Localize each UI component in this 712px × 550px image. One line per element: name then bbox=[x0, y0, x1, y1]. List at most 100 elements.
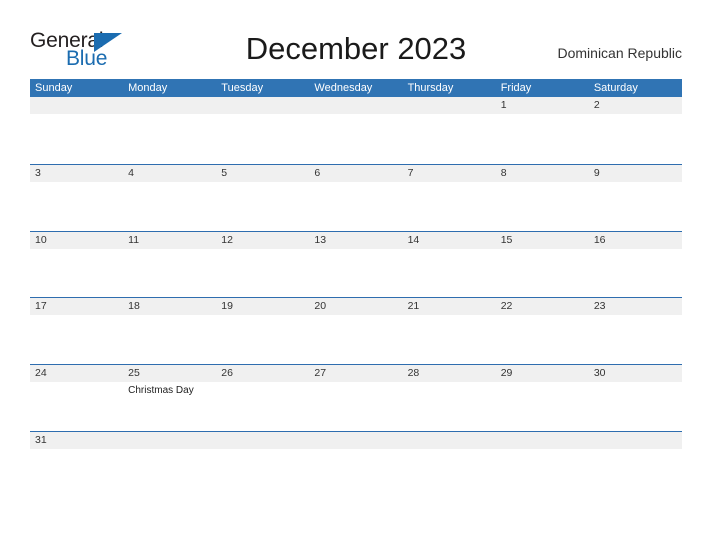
day-cell[interactable] bbox=[403, 97, 496, 116]
day-events bbox=[314, 114, 402, 116]
day-event: Christmas Day bbox=[128, 385, 194, 397]
weekday-header-wednesday: Wednesday bbox=[314, 82, 373, 94]
day-events bbox=[501, 449, 589, 451]
day-events bbox=[594, 315, 682, 317]
calendar-week-row: 17 18 19 20 21 22 23 bbox=[30, 297, 682, 364]
day-events bbox=[594, 449, 682, 451]
day-cell[interactable] bbox=[309, 97, 402, 116]
day-cell[interactable]: 14 bbox=[403, 232, 496, 251]
calendar-week-row: 10 11 12 13 14 15 16 bbox=[30, 230, 682, 298]
day-cell[interactable] bbox=[216, 97, 309, 116]
day-events bbox=[501, 315, 589, 317]
day-cell[interactable]: 2 bbox=[589, 97, 682, 116]
day-cell[interactable]: 30 bbox=[589, 365, 682, 397]
day-cell[interactable]: 25 Christmas Day bbox=[123, 365, 216, 397]
day-cell[interactable]: 5 bbox=[216, 165, 309, 184]
day-cell[interactable]: 24 bbox=[30, 365, 123, 397]
day-events bbox=[408, 182, 496, 184]
day-number bbox=[128, 97, 216, 114]
day-cell[interactable]: 16 bbox=[589, 232, 682, 251]
day-number: 28 bbox=[407, 367, 420, 380]
day-number: 11 bbox=[128, 233, 140, 246]
day-events bbox=[35, 449, 123, 451]
day-cell[interactable] bbox=[123, 97, 216, 116]
day-number: 30 bbox=[593, 367, 606, 380]
day-number: 29 bbox=[500, 367, 513, 380]
day-number: 5 bbox=[221, 166, 228, 179]
day-number bbox=[35, 97, 123, 114]
day-cell[interactable]: 8 bbox=[496, 165, 589, 184]
day-cell[interactable] bbox=[216, 432, 309, 451]
day-number bbox=[314, 97, 402, 114]
day-cell[interactable]: 4 bbox=[123, 165, 216, 184]
day-events bbox=[128, 449, 216, 451]
day-events bbox=[501, 182, 589, 184]
day-cell[interactable]: 26 bbox=[216, 365, 309, 397]
day-number bbox=[408, 432, 496, 449]
day-events bbox=[221, 114, 309, 116]
day-cell[interactable]: 13 bbox=[309, 232, 402, 251]
calendar-week-row: 1 2 bbox=[30, 97, 682, 164]
day-number bbox=[221, 432, 309, 449]
day-cell[interactable] bbox=[123, 432, 216, 451]
weekday-header-friday: Friday bbox=[500, 82, 532, 94]
day-cell[interactable]: 18 bbox=[123, 298, 216, 317]
day-events bbox=[314, 382, 402, 384]
day-cell[interactable]: 19 bbox=[216, 298, 309, 317]
day-cell[interactable]: 15 bbox=[496, 232, 589, 251]
day-number: 24 bbox=[35, 367, 47, 380]
day-cell[interactable] bbox=[403, 432, 496, 451]
day-cell[interactable]: 11 bbox=[123, 232, 216, 251]
weekday-header-tuesday: Tuesday bbox=[221, 82, 264, 94]
day-number bbox=[221, 97, 309, 114]
day-number: 22 bbox=[500, 300, 513, 313]
day-number: 9 bbox=[593, 166, 600, 179]
day-cell[interactable]: 20 bbox=[309, 298, 402, 317]
day-number: 3 bbox=[35, 166, 41, 179]
day-number bbox=[314, 432, 402, 449]
day-cell[interactable]: 1 bbox=[496, 97, 589, 116]
day-events bbox=[221, 449, 309, 451]
day-cell[interactable]: 6 bbox=[309, 165, 402, 184]
weekday-header-monday: Monday bbox=[128, 82, 168, 94]
day-cell[interactable]: 17 bbox=[30, 298, 123, 317]
day-events bbox=[128, 182, 216, 184]
day-cell[interactable] bbox=[30, 97, 123, 116]
day-cell[interactable] bbox=[496, 432, 589, 451]
day-cell[interactable] bbox=[309, 432, 402, 451]
day-number: 26 bbox=[221, 367, 233, 380]
day-number: 31 bbox=[35, 433, 47, 446]
day-number: 17 bbox=[35, 300, 47, 313]
day-events bbox=[221, 249, 309, 251]
day-events bbox=[314, 449, 402, 451]
day-cell[interactable]: 21 bbox=[403, 298, 496, 317]
day-cell[interactable]: 10 bbox=[30, 232, 123, 251]
day-number: 21 bbox=[407, 300, 420, 313]
day-events bbox=[221, 382, 309, 384]
day-number: 14 bbox=[407, 233, 420, 246]
day-cell[interactable]: 22 bbox=[496, 298, 589, 317]
day-cell[interactable]: 28 bbox=[403, 365, 496, 397]
day-cell[interactable]: 3 bbox=[30, 165, 123, 184]
day-events bbox=[314, 182, 402, 184]
day-cell[interactable]: 7 bbox=[403, 165, 496, 184]
day-number: 18 bbox=[128, 300, 140, 313]
day-events bbox=[314, 315, 402, 317]
day-events bbox=[501, 114, 589, 116]
day-number: 13 bbox=[314, 233, 327, 246]
day-cell[interactable]: 9 bbox=[589, 165, 682, 184]
day-cell[interactable]: 29 bbox=[496, 365, 589, 397]
day-number: 10 bbox=[35, 233, 47, 246]
day-cell[interactable] bbox=[589, 432, 682, 451]
day-number bbox=[408, 97, 496, 114]
day-cell[interactable]: 12 bbox=[216, 232, 309, 251]
day-number: 20 bbox=[314, 300, 327, 313]
day-cell[interactable]: 31 bbox=[30, 432, 123, 451]
day-cell[interactable]: 27 bbox=[309, 365, 402, 397]
day-cell[interactable]: 23 bbox=[589, 298, 682, 317]
day-events bbox=[221, 315, 309, 317]
day-events bbox=[35, 315, 123, 317]
day-number: 16 bbox=[593, 233, 606, 246]
day-events bbox=[408, 249, 496, 251]
weekday-header-row: Sunday Monday Tuesday Wednesday Thursday… bbox=[30, 79, 682, 97]
